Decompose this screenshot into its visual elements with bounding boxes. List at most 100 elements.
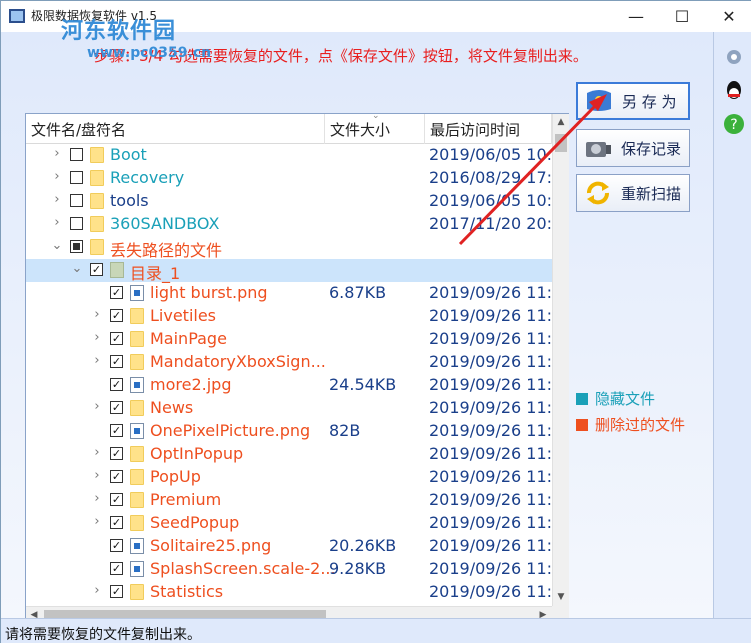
- table-row[interactable]: ⌄ ✓ 目录_1: [26, 259, 552, 283]
- expand-chevron-icon[interactable]: ›: [90, 307, 104, 322]
- table-row[interactable]: › ✓ Statistics 2019/09/26 11:0: [26, 581, 552, 604]
- table-row[interactable]: › ✓ MainPage 2019/09/26 11:0: [26, 328, 552, 351]
- maximize-button[interactable]: ☐: [659, 1, 705, 32]
- folder-icon: [90, 239, 104, 255]
- side-toolbar: ?: [713, 32, 751, 618]
- table-row[interactable]: ⌄ 丢失路径的文件: [26, 236, 552, 260]
- save-log-label: 保存记录: [621, 139, 682, 158]
- row-size: 24.54KB: [329, 375, 397, 394]
- folder-icon: [110, 262, 124, 278]
- row-checkbox[interactable]: ✓: [90, 263, 103, 276]
- save-log-button[interactable]: 保存记录: [576, 129, 690, 167]
- folder-icon: [90, 193, 104, 209]
- row-name: OnePixelPicture.png: [150, 421, 311, 440]
- scroll-up-icon[interactable]: ▲: [553, 114, 569, 131]
- table-row[interactable]: › Boot 2019/06/05 10:3: [26, 144, 552, 167]
- row-checkbox[interactable]: ✓: [110, 424, 123, 437]
- expand-chevron-icon[interactable]: ›: [90, 514, 104, 529]
- table-row[interactable]: ✓ OnePixelPicture.png 82B 2019/09/26 11:0: [26, 420, 552, 443]
- row-checkbox[interactable]: ✓: [110, 401, 123, 414]
- row-checkbox[interactable]: ✓: [110, 332, 123, 345]
- scroll-down-icon[interactable]: ▼: [553, 589, 569, 606]
- row-date: 2017/11/20 20:3: [429, 214, 552, 233]
- row-checkbox[interactable]: [70, 171, 83, 184]
- table-row[interactable]: › ✓ News 2019/09/26 11:0: [26, 397, 552, 420]
- expand-chevron-icon[interactable]: ›: [90, 330, 104, 345]
- expand-chevron-icon[interactable]: ›: [50, 215, 64, 230]
- row-checkbox[interactable]: ✓: [110, 585, 123, 598]
- expand-chevron-icon[interactable]: ›: [90, 353, 104, 368]
- main-panel: 步骤：3/4 勾选需要恢复的文件，点《保存文件》按钮，将文件复制出来。 文件名/…: [1, 32, 713, 624]
- expand-chevron-icon[interactable]: ›: [50, 169, 64, 184]
- table-row[interactable]: › ✓ SeedPopup 2019/09/26 11:0: [26, 512, 552, 535]
- row-checkbox[interactable]: ✓: [110, 355, 123, 368]
- image-file-icon: [130, 377, 144, 393]
- expand-chevron-icon[interactable]: ⌄: [50, 238, 64, 253]
- legend-hidden: 隐藏文件: [576, 388, 655, 409]
- table-row[interactable]: › ✓ MandatoryXboxSign... 2019/09/26 11:0: [26, 351, 552, 374]
- table-row[interactable]: › ✓ Premium 2019/09/26 11:0: [26, 489, 552, 512]
- minimize-button[interactable]: —: [613, 1, 659, 32]
- header-name[interactable]: 文件名/盘符名: [26, 114, 325, 144]
- expand-chevron-icon[interactable]: ⌄: [70, 261, 84, 276]
- rescan-label: 重新扫描: [621, 184, 682, 203]
- row-checkbox[interactable]: ✓: [110, 562, 123, 575]
- settings-icon[interactable]: [722, 45, 746, 69]
- row-date: 2016/08/29 17:4: [429, 168, 552, 187]
- row-checkbox[interactable]: ✓: [110, 378, 123, 391]
- row-checkbox[interactable]: [70, 217, 83, 230]
- row-date: 2019/09/26 11:0: [429, 467, 552, 486]
- table-row[interactable]: ✓ SplashScreen.scale-2... 9.28KB 2019/09/26…: [26, 558, 552, 581]
- expand-chevron-icon[interactable]: ›: [90, 399, 104, 414]
- table-row[interactable]: › ✓ PopUp 2019/09/26 11:0: [26, 466, 552, 489]
- table-row[interactable]: ✓ Solitaire25.png 20.26KB 2019/09/26 11:0: [26, 535, 552, 558]
- expand-chevron-icon[interactable]: ›: [90, 468, 104, 483]
- help-icon[interactable]: ?: [722, 112, 746, 136]
- status-bar: 请将需要恢复的文件复制出来。: [1, 618, 751, 643]
- close-button[interactable]: ✕: [706, 1, 751, 32]
- row-checkbox[interactable]: ✓: [110, 493, 123, 506]
- table-row[interactable]: ✓ more2.jpg 24.54KB 2019/09/26 11:0: [26, 374, 552, 397]
- row-name: Solitaire25.png: [150, 536, 272, 555]
- row-date: 2019/09/26 11:0: [429, 352, 552, 371]
- image-file-icon: [130, 538, 144, 554]
- row-size: 20.26KB: [329, 536, 397, 555]
- expand-chevron-icon[interactable]: ›: [50, 192, 64, 207]
- row-name: MainPage: [150, 329, 227, 348]
- file-tree[interactable]: 文件名/盘符名 文件大小 最后访问时间 ⌄ › Boot 2019/06/05 10…: [25, 111, 569, 624]
- table-row[interactable]: › tools 2019/06/05 10:2: [26, 190, 552, 213]
- expand-chevron-icon[interactable]: ›: [90, 583, 104, 598]
- table-row[interactable]: ✓ light burst.png 6.87KB 2019/09/26 11:0: [26, 282, 552, 305]
- row-checkbox[interactable]: [70, 240, 83, 253]
- row-checkbox[interactable]: [70, 194, 83, 207]
- save-as-button[interactable]: 另 存 为: [576, 82, 690, 120]
- row-date: 2019/09/26 11:0: [429, 582, 552, 601]
- expand-chevron-icon[interactable]: ›: [90, 491, 104, 506]
- row-checkbox[interactable]: ✓: [110, 447, 123, 460]
- folder-icon: [130, 469, 144, 485]
- row-name: 丢失路径的文件: [110, 241, 223, 260]
- row-checkbox[interactable]: ✓: [110, 470, 123, 483]
- table-row[interactable]: › Recovery 2016/08/29 17:4: [26, 167, 552, 190]
- vertical-scroll-thumb[interactable]: [555, 134, 567, 152]
- row-checkbox[interactable]: ✓: [110, 516, 123, 529]
- row-checkbox[interactable]: ✓: [110, 286, 123, 299]
- rescan-button[interactable]: 重新扫描: [576, 174, 690, 212]
- table-row[interactable]: › ✓ OptInPopup 2019/09/26 11:0: [26, 443, 552, 466]
- row-name: Livetiles: [150, 306, 217, 325]
- row-checkbox[interactable]: ✓: [110, 309, 123, 322]
- expand-chevron-icon[interactable]: ›: [90, 445, 104, 460]
- expand-chevron-icon[interactable]: ›: [50, 146, 64, 161]
- qq-icon[interactable]: [722, 79, 746, 103]
- header-date[interactable]: 最后访问时间: [425, 114, 552, 144]
- folder-icon: [130, 584, 144, 600]
- table-row[interactable]: › 360SANDBOX 2017/11/20 20:3: [26, 213, 552, 236]
- row-date: 2019/09/26 11:0: [429, 329, 552, 348]
- row-checkbox[interactable]: [70, 148, 83, 161]
- row-date: 2019/09/26 11:0: [429, 444, 552, 463]
- row-checkbox[interactable]: ✓: [110, 539, 123, 552]
- image-file-icon: [130, 561, 144, 577]
- table-row[interactable]: › ✓ Livetiles 2019/09/26 11:0: [26, 305, 552, 328]
- app-icon: [9, 9, 25, 23]
- vertical-scrollbar[interactable]: ▲ ▼: [552, 114, 569, 606]
